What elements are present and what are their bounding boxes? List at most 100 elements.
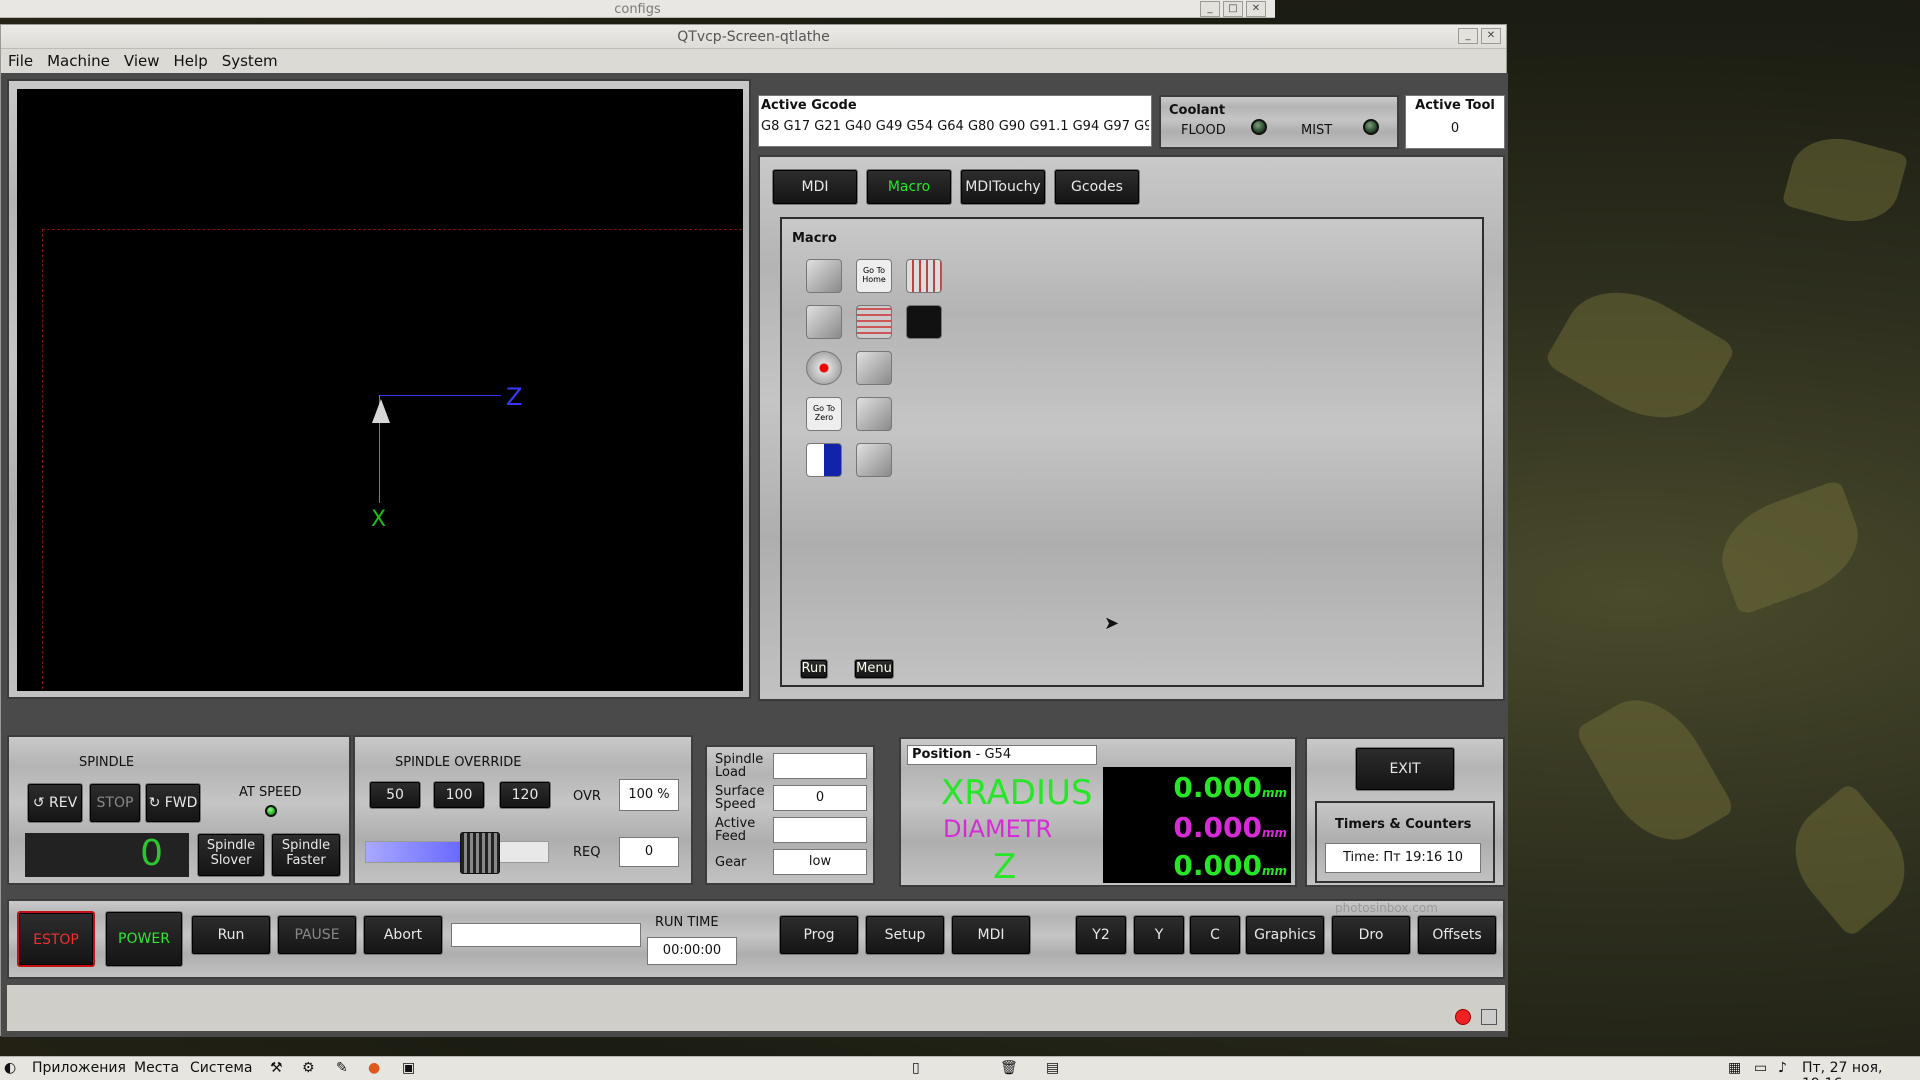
go-to-zero-icon[interactable]: Go To Zero — [806, 397, 842, 431]
launcher-icon[interactable]: ⚙ — [302, 1060, 315, 1076]
taskbar-system[interactable]: Система — [190, 1060, 252, 1076]
spindle-stop-button[interactable]: STOP — [89, 783, 141, 823]
macro-chart-icon[interactable] — [906, 259, 942, 293]
macro-tool-icon[interactable] — [856, 351, 892, 385]
spindle-fwd-button[interactable]: ↻ FWD — [145, 783, 201, 823]
go-to-home-icon[interactable]: Go To Home — [856, 259, 892, 293]
spindle-rev-button[interactable]: ↺ REV — [27, 783, 83, 823]
taskbar-places[interactable]: Места — [134, 1060, 179, 1076]
menu-file[interactable]: File — [1, 49, 40, 70]
rev-arrow-icon: ↺ — [32, 795, 45, 811]
toolpath-preview[interactable]: Z X — [17, 89, 743, 691]
tab-gcodes[interactable]: Gcodes — [1054, 169, 1140, 205]
macro-tool-icon[interactable] — [806, 259, 842, 293]
timers-box: Timers & Counters Time: Пт 19:16 10 — [1315, 801, 1495, 883]
trash-icon[interactable]: 🗑 — [1000, 1060, 1018, 1076]
text-editor-icon[interactable]: ✎ — [336, 1060, 348, 1076]
terminal-icon[interactable]: ▣ — [402, 1060, 415, 1076]
macro-blank-icon[interactable] — [906, 305, 942, 339]
spindle-rpm-value: 0 — [140, 833, 163, 874]
req-label: REQ — [573, 845, 601, 860]
maximize-icon[interactable]: □ — [1223, 1, 1243, 17]
show-desktop-icon[interactable]: ▯ — [912, 1060, 920, 1076]
app-titlebar[interactable]: QTvcp-Screen-qtlathe _ ✕ — [1, 25, 1506, 49]
minimize-icon[interactable]: _ — [1200, 1, 1220, 17]
tab-mditouchy[interactable]: MDITouchy — [960, 169, 1046, 205]
minimize-icon[interactable]: _ — [1458, 28, 1478, 44]
spindle-faster-button[interactable]: Spindle Faster — [271, 833, 341, 877]
graphics-button[interactable]: Graphics — [1245, 915, 1325, 955]
menu-help[interactable]: Help — [167, 49, 215, 70]
volume-icon[interactable]: ♪ — [1778, 1060, 1787, 1076]
prog-button[interactable]: Prog — [779, 915, 859, 955]
surface-speed-value: 0 — [773, 785, 867, 811]
run-button[interactable]: Run — [191, 915, 271, 955]
window-list-icon[interactable]: ▤ — [1046, 1060, 1059, 1076]
system-menu-icon[interactable]: ◐ — [4, 1060, 16, 1076]
z-dro-unit: mm — [1261, 864, 1287, 878]
macro-tool-icon[interactable] — [806, 305, 842, 339]
offsets-button[interactable]: Offsets — [1417, 915, 1497, 955]
override-100-button[interactable]: 100 — [433, 781, 485, 809]
macro-tool-icon[interactable] — [856, 397, 892, 431]
macro-target-icon[interactable] — [806, 351, 842, 385]
pause-button[interactable]: PAUSE — [277, 915, 357, 955]
tool-cone-icon — [372, 399, 390, 423]
taskbar-applications[interactable]: Приложения — [32, 1060, 126, 1076]
tab-panel: MDI Macro MDITouchy Gcodes Macro Go To H… — [758, 155, 1505, 701]
spindle-title: SPINDLE — [79, 755, 135, 770]
spindle-fwd-label: FWD — [164, 795, 198, 811]
mist-label: MIST — [1301, 123, 1333, 138]
override-50-button[interactable]: 50 — [369, 781, 421, 809]
macro-blue-icon[interactable] — [806, 443, 842, 477]
close-icon[interactable]: ✕ — [1246, 1, 1266, 17]
active-feed-label: Active Feed — [715, 816, 756, 844]
power-button[interactable]: POWER — [105, 911, 183, 967]
qtlathe-window: QTvcp-Screen-qtlathe _ ✕ File Machine View… — [0, 24, 1508, 1037]
tab-macro[interactable]: Macro — [866, 169, 952, 205]
abort-button[interactable]: Abort — [363, 915, 443, 955]
diameter-dro-unit: mm — [1261, 826, 1287, 840]
tool-icon[interactable]: ⚒ — [270, 1060, 283, 1076]
z-dro-row: 0.000mm — [1173, 849, 1287, 882]
us-flag-icon[interactable]: ▦ — [1728, 1060, 1741, 1076]
macro-page: Macro Go To Home Go To Zero Run Menu ➤ — [780, 217, 1484, 687]
menu-machine[interactable]: Machine — [40, 49, 117, 70]
close-icon[interactable]: ✕ — [1481, 28, 1501, 44]
notification-icon[interactable] — [1481, 1009, 1497, 1025]
taskbar-clock[interactable]: Пт, 27 ноя, 19:16 — [1802, 1060, 1920, 1080]
spindle-slower-button[interactable]: Spindle Slover — [197, 833, 265, 877]
network-icon[interactable]: ▭ — [1754, 1060, 1767, 1076]
error-icon[interactable] — [1455, 1009, 1471, 1025]
c-button[interactable]: C — [1189, 915, 1241, 955]
setup-button[interactable]: Setup — [865, 915, 945, 955]
req-value: 0 — [619, 837, 679, 867]
estop-button[interactable]: ESTOP — [17, 911, 95, 967]
override-120-button[interactable]: 120 — [499, 781, 551, 809]
exit-button[interactable]: EXIT — [1355, 747, 1455, 791]
configs-window-titlebar[interactable]: configs _ □ ✕ — [0, 0, 1275, 18]
preview-frame: Z X — [7, 79, 751, 699]
override-slider[interactable] — [365, 832, 549, 874]
macro-menu-button[interactable]: Menu — [854, 659, 894, 679]
override-slider-handle[interactable] — [460, 832, 500, 874]
macro-grid-icon[interactable] — [856, 305, 892, 339]
dro-button[interactable]: Dro — [1331, 915, 1411, 955]
menu-system[interactable]: System — [215, 49, 285, 70]
macro-tool-icon[interactable] — [856, 443, 892, 477]
macro-run-button[interactable]: Run — [800, 659, 828, 679]
tab-mdi[interactable]: MDI — [772, 169, 858, 205]
dro-display: 0.000mm 0.000mm 0.000mm — [1103, 767, 1291, 883]
y2-button[interactable]: Y2 — [1075, 915, 1127, 955]
firefox-icon[interactable]: ● — [368, 1060, 380, 1076]
z-axis-line — [379, 395, 501, 396]
y-button[interactable]: Y — [1133, 915, 1185, 955]
mdi-button[interactable]: MDI — [951, 915, 1031, 955]
diameter-dro-row: 0.000mm — [1173, 811, 1287, 844]
x-axis-label: X — [371, 507, 387, 532]
menu-view[interactable]: View — [117, 49, 167, 70]
ovr-label: OVR — [573, 789, 601, 804]
menubar: File Machine View Help System — [1, 49, 1506, 73]
coolant-title: Coolant — [1169, 103, 1226, 118]
work-envelope — [42, 229, 742, 689]
